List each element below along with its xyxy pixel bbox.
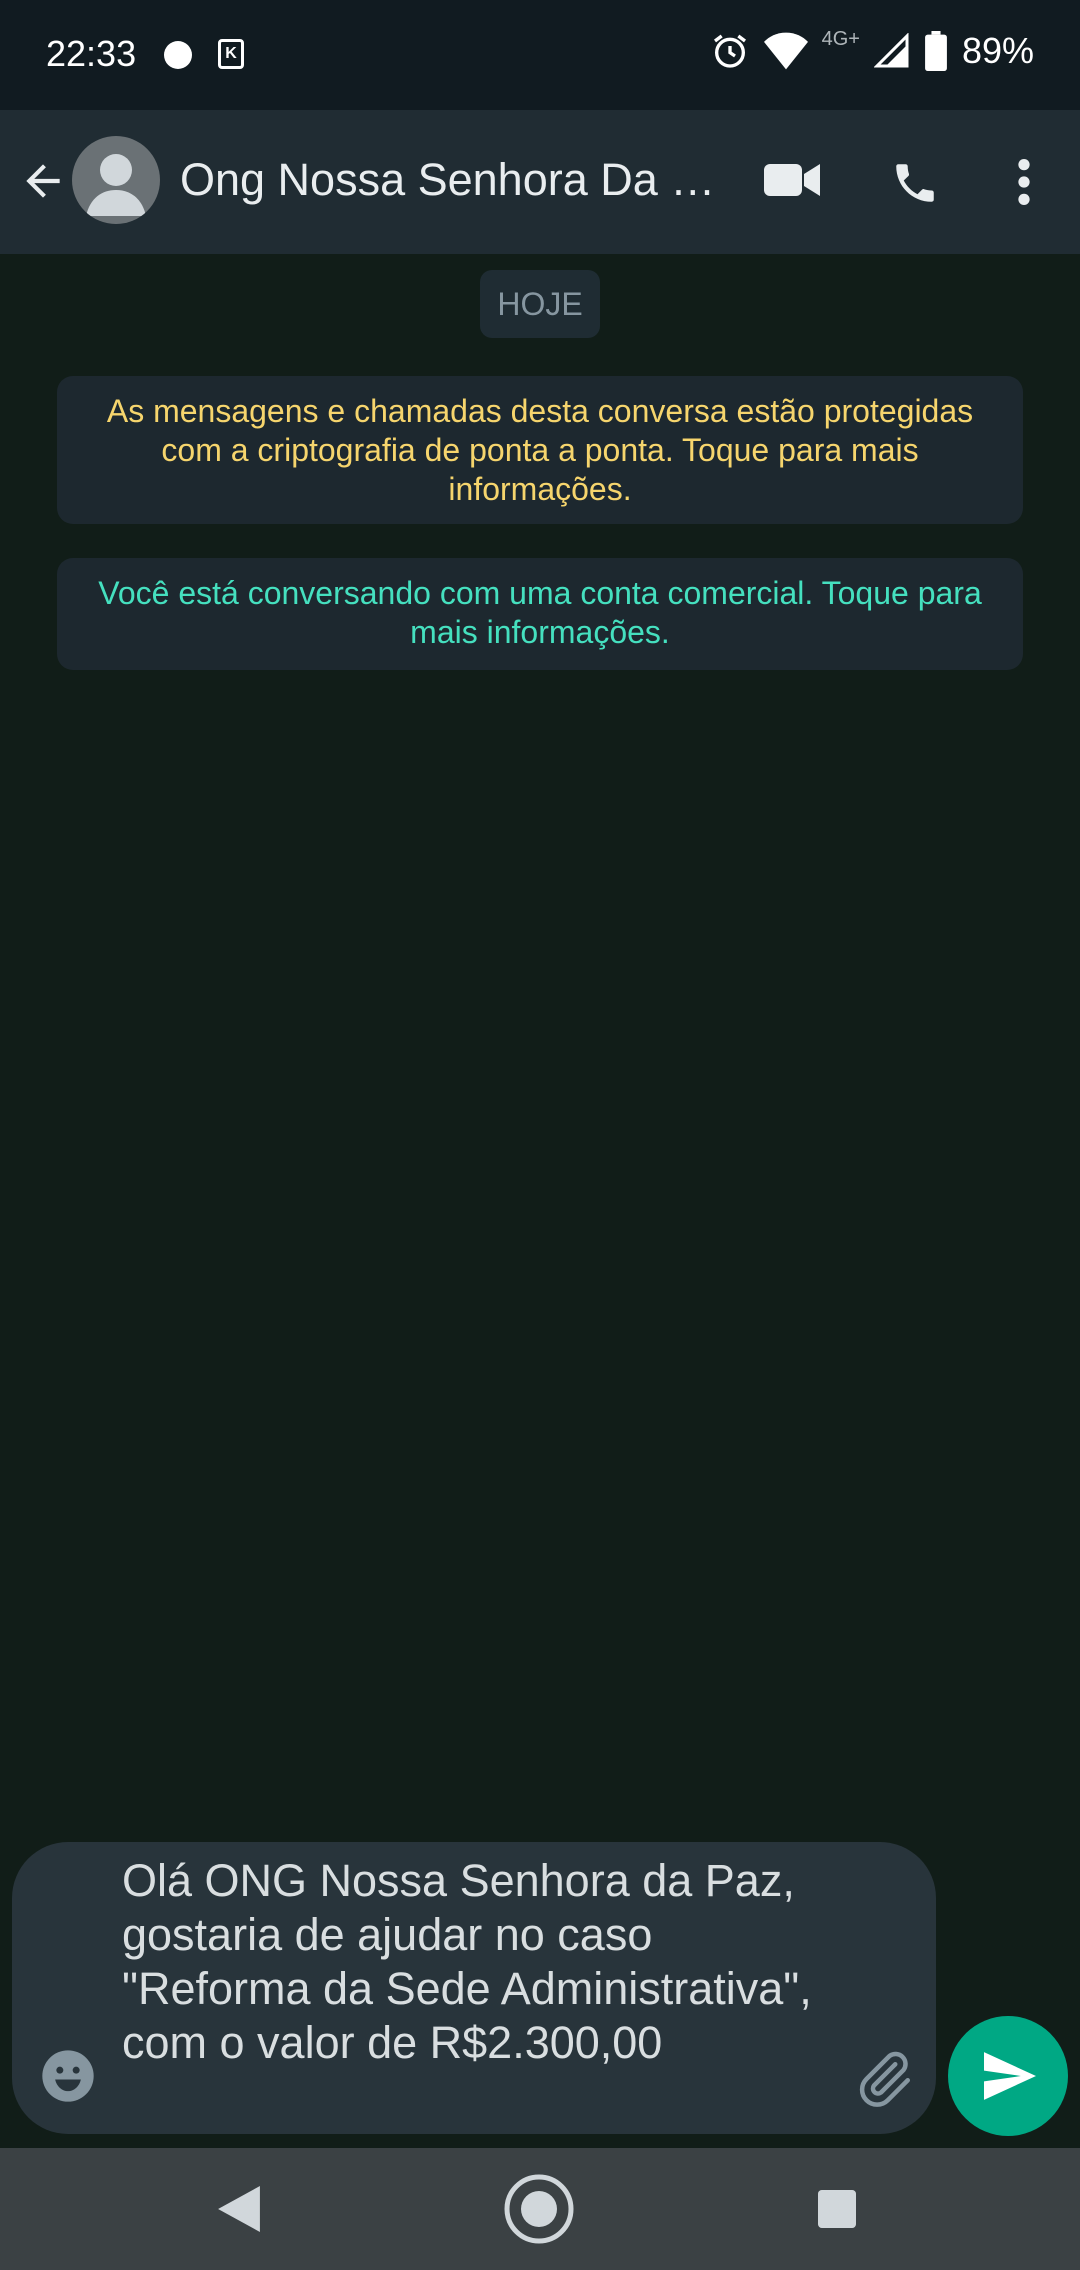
message-input[interactable]: Olá ONG Nossa Senhora da Paz, gostaria d… xyxy=(12,1842,936,2134)
send-icon xyxy=(984,2052,1036,2100)
emoji-icon[interactable] xyxy=(40,2048,96,2104)
alarm-icon xyxy=(713,34,746,68)
business-account-notice[interactable]: Você está conversando com uma conta come… xyxy=(57,558,1023,670)
back-arrow-icon[interactable] xyxy=(18,156,68,206)
avatar[interactable] xyxy=(72,136,160,224)
nav-back-icon[interactable] xyxy=(218,2186,260,2232)
chat-area[interactable]: HOJE As mensagens e chamadas desta conve… xyxy=(0,254,1080,1850)
contact-name[interactable]: Ong Nossa Senhora Da P... xyxy=(180,154,730,206)
network-type: 4G+ xyxy=(821,27,860,50)
battery-icon xyxy=(925,31,947,71)
status-bar: 22:33 K 4G+ 89% xyxy=(0,0,1080,110)
chat-header: Ong Nossa Senhora Da P... xyxy=(0,110,1080,254)
attach-icon[interactable] xyxy=(854,2048,914,2108)
phone-icon[interactable] xyxy=(890,158,940,208)
send-button[interactable] xyxy=(948,2016,1068,2136)
video-call-icon[interactable] xyxy=(764,160,820,200)
k-app-icon: K xyxy=(218,39,244,69)
status-time: 22:33 xyxy=(46,33,137,74)
wifi-icon xyxy=(763,32,808,70)
default-avatar-icon xyxy=(86,154,146,216)
notification-dot-icon xyxy=(164,41,192,69)
date-chip: HOJE xyxy=(480,270,600,338)
system-nav-bar xyxy=(0,2148,1080,2270)
battery-percent: 89% xyxy=(961,30,1034,71)
more-vert-icon[interactable] xyxy=(1006,156,1042,208)
nav-recents-icon[interactable] xyxy=(818,2190,856,2228)
encryption-notice[interactable]: As mensagens e chamadas desta conversa e… xyxy=(57,376,1023,524)
message-input-text[interactable]: Olá ONG Nossa Senhora da Paz, gostaria d… xyxy=(122,1854,842,2070)
status-icons: 4G+ 89% xyxy=(710,27,1034,72)
signal-icon xyxy=(873,33,909,68)
nav-home-icon[interactable] xyxy=(502,2172,576,2246)
